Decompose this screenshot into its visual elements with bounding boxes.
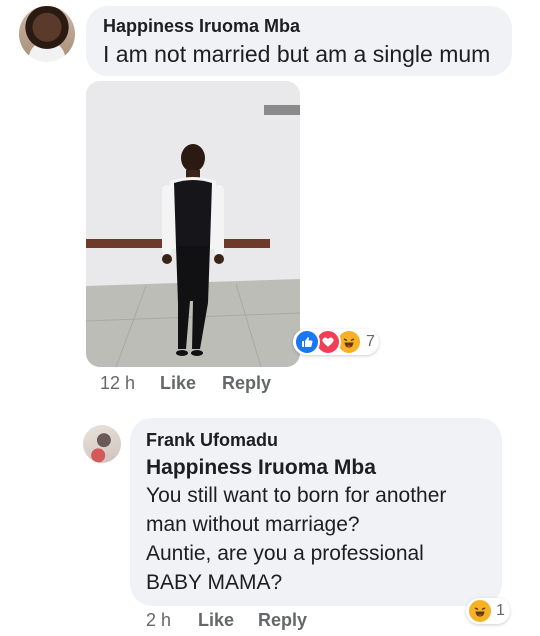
mention-tag[interactable]: Happiness Iruoma Mba — [146, 454, 376, 482]
avatar[interactable] — [83, 425, 121, 463]
comment-bubble: Frank Ufomadu Happiness Iruoma Mba You s… — [130, 418, 502, 606]
like-button[interactable]: Like — [160, 373, 196, 393]
haha-icon — [467, 598, 493, 624]
comment-photo[interactable] — [86, 81, 300, 367]
reactions-summary[interactable]: 1 — [466, 598, 510, 624]
comment-timestamp[interactable]: 12 h — [100, 373, 135, 394]
comment-bubble: Happiness Iruoma Mba I am not married bu… — [86, 6, 512, 76]
reply-button[interactable]: Reply — [258, 610, 307, 630]
comment-text: You still want to born for another man w… — [146, 481, 446, 597]
comment-timestamp[interactable]: 2 h — [146, 610, 171, 631]
like-button[interactable]: Like — [198, 610, 234, 630]
reply-button[interactable]: Reply — [222, 373, 271, 393]
reaction-count: 1 — [496, 602, 505, 619]
reactions-summary[interactable]: 7 — [293, 329, 379, 355]
comment-line: Auntie, are you a professional — [146, 542, 424, 565]
comment-text: I am not married but am a single mum — [103, 41, 491, 67]
comment-author[interactable]: Happiness Iruoma Mba — [103, 16, 300, 37]
like-icon — [294, 329, 320, 355]
comment-line: You still want to born for another — [146, 484, 447, 507]
comment-author[interactable]: Frank Ufomadu — [146, 430, 278, 451]
photo-image — [86, 81, 300, 367]
comment-line: BABY MAMA? — [146, 571, 283, 594]
reaction-count: 7 — [366, 333, 375, 350]
comment-line: man without marriage? — [146, 513, 360, 536]
avatar[interactable] — [19, 6, 75, 62]
